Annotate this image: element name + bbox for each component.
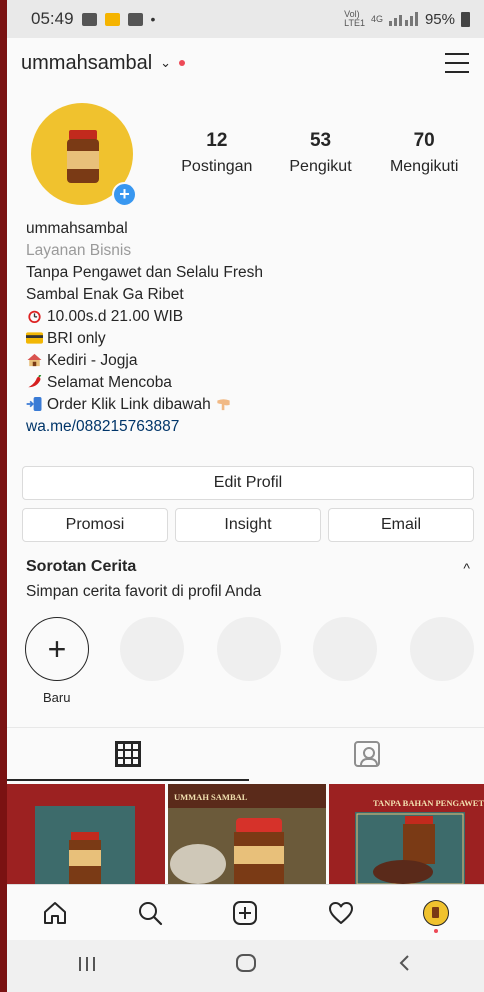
profile-icon [423, 899, 450, 926]
bio-line-location: Kediri - Jogja [26, 350, 474, 372]
stat-followers[interactable]: 53 Pengikut [269, 130, 373, 176]
stat-following[interactable]: 70 Mengikuti [372, 130, 476, 176]
bottom-navigation [7, 884, 484, 940]
post-caption: TANPA BAHAN PENGAWET [373, 798, 484, 808]
notification-dot [434, 928, 439, 933]
mobile-arrow-icon [26, 397, 42, 411]
back-button[interactable] [375, 953, 435, 979]
heart-icon [328, 901, 353, 924]
bio-line: Tanpa Pengawet dan Selalu Fresh [26, 264, 263, 281]
notification-dot [179, 60, 186, 66]
post-thumbnail[interactable] [7, 784, 165, 884]
home-button[interactable] [216, 953, 276, 979]
highlight-placeholder [410, 617, 474, 681]
highlights-title: Sorotan Cerita [26, 558, 137, 575]
chevron-down-icon[interactable]: ⌄ [160, 55, 171, 71]
new-highlight-label: Baru [43, 690, 71, 705]
recent-apps-icon [78, 957, 95, 971]
signal-icon [388, 12, 418, 26]
status-time: 05:49 [31, 9, 74, 28]
pointing-down-hand-icon [217, 399, 230, 411]
active-tab-indicator [7, 779, 249, 781]
battery-icon [461, 11, 470, 27]
highlight-placeholder [313, 617, 377, 681]
stat-posts[interactable]: 12 Postingan [165, 130, 269, 176]
insights-button[interactable]: Insight [175, 508, 321, 542]
email-button[interactable]: Email [328, 508, 474, 542]
tab-grid-posts[interactable] [7, 728, 249, 780]
house-icon [27, 353, 42, 367]
highlights-subtitle: Simpan cerita favorit di profil Anda [26, 583, 262, 600]
post-thumbnail[interactable]: TANPA BAHAN PENGAWET [329, 784, 484, 884]
phone-screen: 05:49 • Vol) LTE1 4G 95% ummahsambal ⌄ + [7, 0, 484, 992]
alarm-clock-icon [28, 310, 41, 323]
nav-new-post[interactable] [225, 893, 265, 933]
lte-indicator: 4G [370, 13, 383, 24]
home-icon [43, 901, 66, 924]
nav-activity[interactable] [321, 893, 361, 933]
bio-category[interactable]: Layanan Bisnis [26, 240, 474, 262]
profile-topbar: ummahsambal ⌄ [7, 38, 484, 88]
grid-icon [115, 741, 141, 767]
add-post-icon [233, 900, 258, 925]
gallery-icon [81, 12, 97, 26]
highlight-placeholder [120, 617, 184, 681]
bio-line-payment: BRI only [26, 328, 474, 350]
app-notification-icon [104, 12, 120, 26]
home-circle-icon [235, 954, 256, 972]
chili-pepper-icon [28, 375, 42, 388]
nav-search[interactable] [130, 893, 170, 933]
tagged-icon [353, 741, 380, 767]
bio-line-hours: 10.00s.d 21.00 WIB [26, 306, 474, 328]
post-caption: UMMAH SAMBAL [174, 792, 248, 802]
status-bar: 05:49 • Vol) LTE1 4G 95% [7, 0, 484, 38]
plus-icon: + [47, 630, 67, 667]
account-switcher-username[interactable]: ummahsambal [21, 52, 152, 75]
bio-website-link[interactable]: wa.me/088215763887 [26, 416, 474, 438]
search-icon [139, 901, 163, 925]
highlight-placeholder [217, 617, 281, 681]
tab-tagged-posts[interactable] [249, 728, 484, 780]
post-thumbnail[interactable]: UMMAH SAMBAL [168, 784, 326, 884]
checkbox-notification-icon [127, 12, 143, 26]
recent-apps-button[interactable] [57, 953, 117, 979]
nav-home[interactable] [35, 893, 75, 933]
bio-line: Sambal Enak Ga Ribet [26, 286, 184, 303]
profile-bio: ummahsambal Layanan Bisnis Tanpa Pengawe… [26, 218, 474, 438]
credit-card-icon [26, 332, 43, 344]
promote-button[interactable]: Promosi [22, 508, 168, 542]
battery-percent: 95% [424, 10, 455, 28]
new-highlight-button[interactable]: + [25, 617, 89, 681]
more-notifications-dot: • [150, 11, 156, 27]
volte-indicator: Vol) LTE1 [344, 9, 365, 28]
bio-line-greeting: Selamat Mencoba [26, 372, 474, 394]
post-image [7, 784, 165, 884]
bio-line-order: Order Klik Link dibawah [26, 394, 474, 416]
system-navigation-bar [7, 940, 484, 992]
nav-profile[interactable] [416, 893, 456, 933]
menu-icon[interactable] [445, 53, 469, 73]
bio-name: ummahsambal [26, 220, 128, 237]
collapse-chevron-icon[interactable]: ^ [463, 560, 470, 576]
add-story-plus-icon[interactable]: + [112, 182, 137, 207]
edit-profile-button[interactable]: Edit Profil [22, 466, 474, 500]
back-icon [399, 955, 409, 971]
profile-stats: 12 Postingan 53 Pengikut 70 Mengikuti [165, 130, 476, 176]
